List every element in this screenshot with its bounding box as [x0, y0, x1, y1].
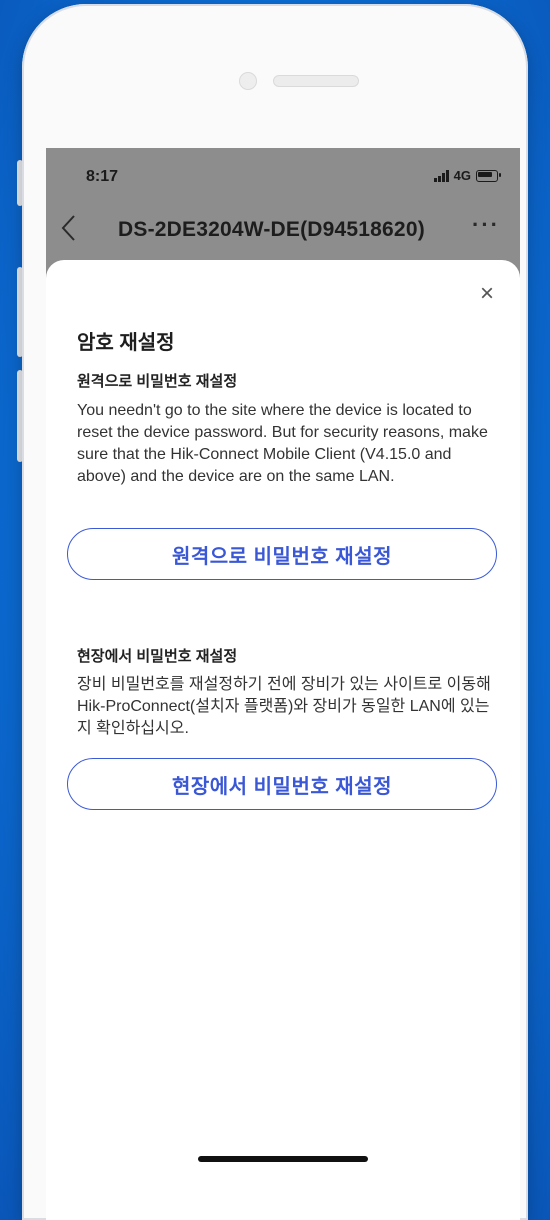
phone-screen: 8:17 4G DS-2DE3204W-DE(D94518620) ··· × … [46, 148, 520, 1220]
onsite-reset-heading: 현장에서 비밀번호 재설정 [77, 648, 238, 665]
remote-reset-button[interactable]: 원격으로 비밀번호 재설정 [67, 528, 497, 580]
signal-icon [433, 169, 449, 182]
status-indicators: 4G [433, 168, 501, 183]
network-type: 4G [453, 168, 471, 183]
back-button[interactable] [60, 214, 76, 248]
onsite-reset-description: 장비 비밀번호를 재설정하기 전에 장비가 있는 사이트로 이동해 Hik-Pr… [77, 676, 491, 737]
onsite-reset-button[interactable]: 현장에서 비밀번호 재설정 [67, 758, 497, 810]
device-title: DS-2DE3204W-DE(D94518620) [118, 218, 425, 241]
more-options-button[interactable]: ··· [472, 212, 500, 238]
front-camera [239, 72, 257, 90]
status-time: 8:17 [86, 168, 119, 185]
remote-reset-heading: 원격으로 비밀번호 재설정 [77, 373, 238, 390]
earpiece-speaker [273, 75, 359, 87]
remote-reset-description: You needn't go to the site where the dev… [77, 402, 488, 485]
battery-icon [476, 169, 501, 182]
close-button[interactable]: × [480, 282, 494, 306]
more-dots-icon: ··· [472, 212, 500, 237]
app-header: 8:17 4G DS-2DE3204W-DE(D94518620) ··· [46, 148, 520, 278]
close-icon: × [479, 280, 494, 307]
sheet-title: 암호 재설정 [77, 332, 175, 354]
home-indicator[interactable] [198, 1156, 368, 1162]
reset-password-sheet: × 암호 재설정 원격으로 비밀번호 재설정 You needn't go to… [46, 260, 520, 1220]
chevron-left-icon [61, 215, 75, 241]
